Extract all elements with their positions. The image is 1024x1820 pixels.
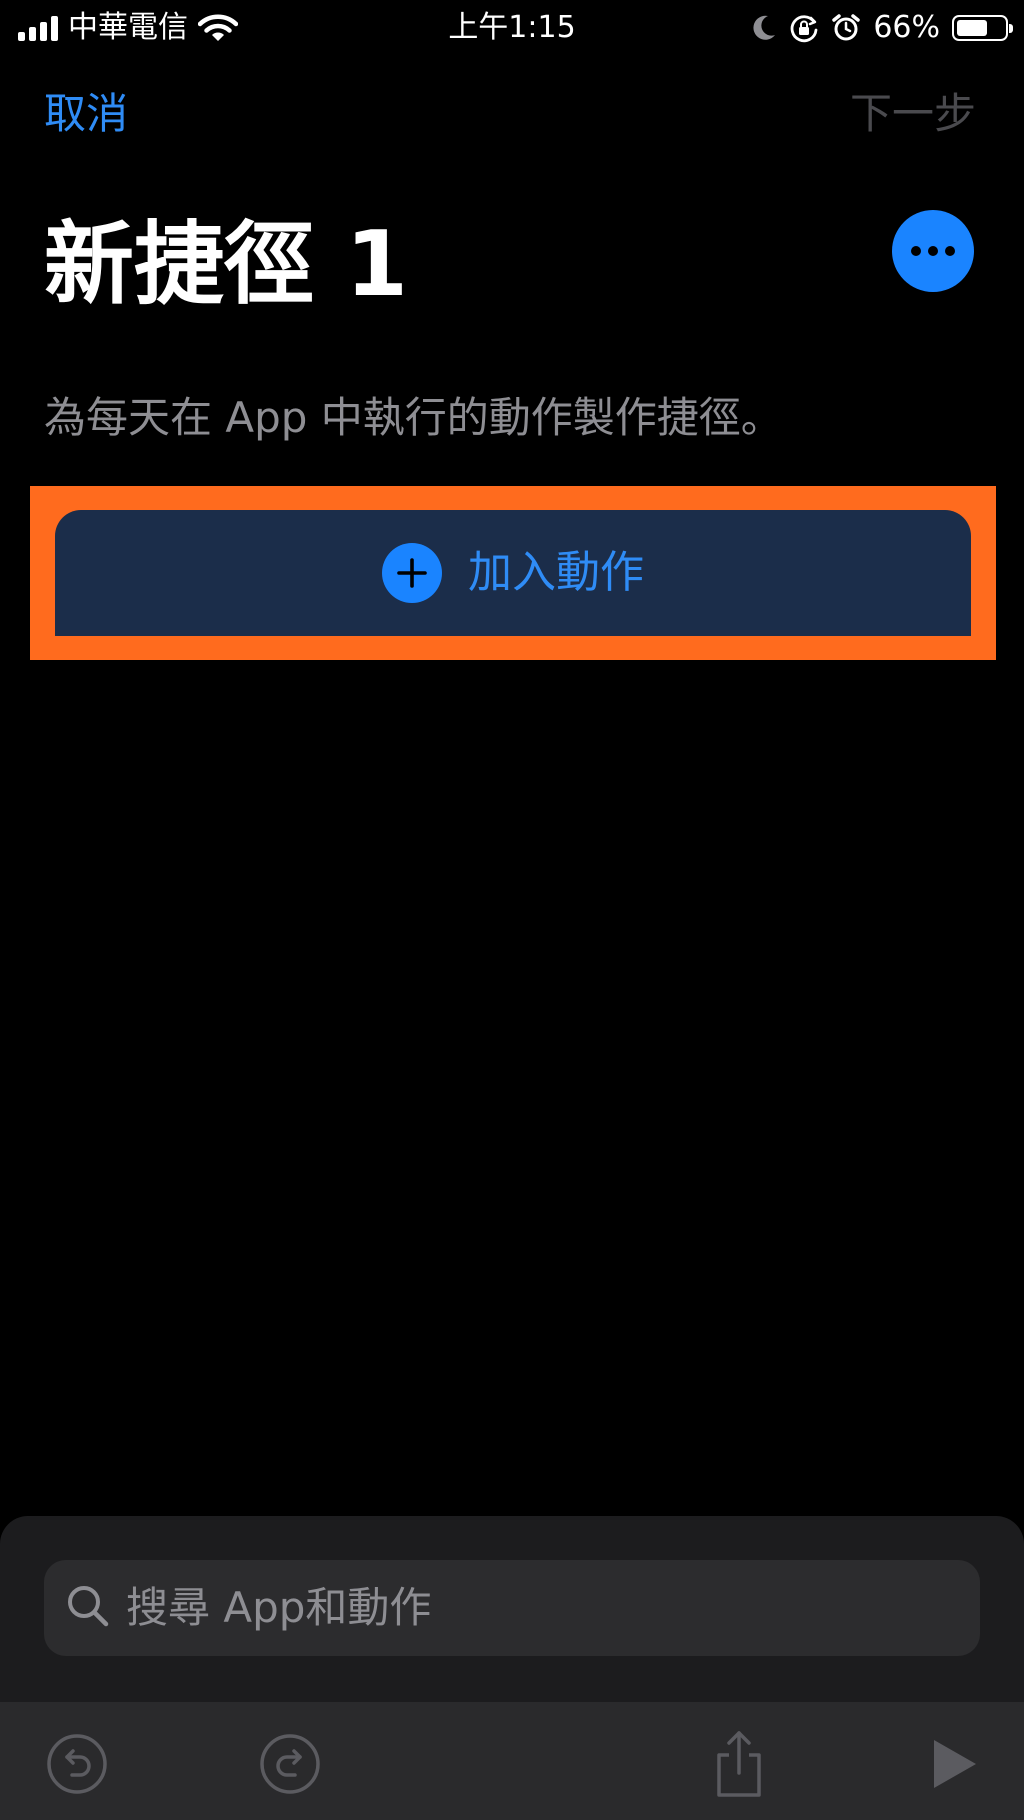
search-input[interactable]: 搜尋 App和動作 bbox=[44, 1560, 980, 1656]
share-icon[interactable] bbox=[707, 1731, 771, 1797]
play-icon[interactable] bbox=[922, 1732, 986, 1796]
bottom-toolbar bbox=[0, 1702, 1024, 1820]
status-right: 66% bbox=[751, 8, 1013, 48]
alarm-icon bbox=[831, 13, 861, 43]
search-placeholder: 搜尋 App和動作 bbox=[126, 1583, 432, 1632]
orientation-lock-icon bbox=[789, 13, 819, 43]
next-button[interactable]: 下一步 bbox=[850, 86, 976, 142]
battery-percent: 66% bbox=[873, 10, 940, 45]
undo-icon[interactable] bbox=[45, 1732, 109, 1796]
more-options-button[interactable] bbox=[892, 210, 974, 292]
add-action-button[interactable]: 加入動作 bbox=[55, 510, 971, 636]
cancel-button[interactable]: 取消 bbox=[44, 86, 128, 142]
search-icon bbox=[64, 1582, 112, 1634]
shortcut-description: 為每天在 App 中執行的動作製作捷徑。 bbox=[44, 393, 783, 442]
page-title[interactable]: 新捷徑 1 bbox=[44, 210, 408, 320]
add-action-label: 加入動作 bbox=[468, 547, 644, 598]
redo-icon[interactable] bbox=[258, 1732, 322, 1796]
moon-icon bbox=[751, 14, 777, 42]
plus-circle-icon bbox=[382, 543, 442, 603]
battery-level bbox=[957, 20, 988, 36]
ellipsis-icon bbox=[911, 246, 921, 256]
battery-icon bbox=[952, 15, 1013, 41]
status-bar: 中華電信 上午1:15 66% bbox=[0, 0, 1024, 56]
